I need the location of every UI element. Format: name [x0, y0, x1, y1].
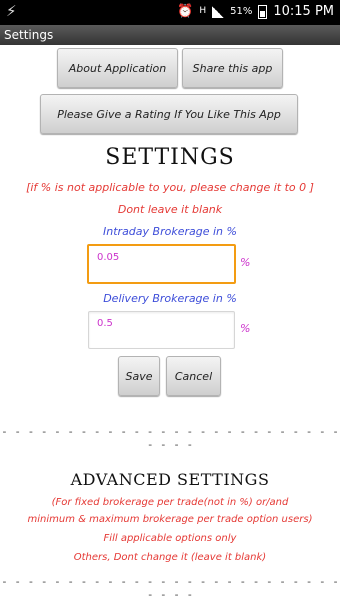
intraday-percent-sign: %: [240, 256, 251, 269]
save-button[interactable]: Save: [118, 356, 160, 396]
separator-bottom: - - - - - - - - - - - - - - - - - - - - …: [1, 575, 339, 601]
intraday-brokerage-input[interactable]: 0.05: [87, 244, 236, 284]
settings-heading: SETTINGS: [105, 145, 235, 170]
intraday-label: Intraday Brokerage in %: [103, 225, 237, 238]
advanced-note-line1: (For fixed brokerage per trade(not in %)…: [51, 497, 289, 508]
about-application-button[interactable]: About Application: [57, 48, 178, 88]
rate-app-button[interactable]: Please Give a Rating If You Like This Ap…: [40, 94, 298, 134]
delivery-label: Delivery Brokerage in %: [103, 292, 237, 305]
alarm-icon: ⏰: [177, 4, 194, 19]
battery-icon: [258, 4, 268, 19]
dont-leave-blank-note: Dont leave it blank: [117, 203, 223, 216]
status-bar: ⚡ ⏰ H 51% 10:15 PM: [0, 0, 340, 25]
share-app-button[interactable]: Share this app: [182, 48, 283, 88]
clock: 10:15 PM: [273, 4, 334, 19]
battery-percent: 51%: [230, 6, 253, 17]
network-type-icon: H: [199, 6, 207, 16]
cancel-button[interactable]: Cancel: [166, 356, 221, 396]
advanced-note-line4: Others, Dont change it (leave it blank): [73, 552, 267, 563]
app-title-bar: Settings: [0, 25, 340, 45]
app-title: Settings: [4, 28, 54, 42]
advanced-note-line2: minimum & maximum brokerage per trade op…: [27, 514, 313, 525]
separator-top: - - - - - - - - - - - - - - - - - - - - …: [1, 425, 339, 451]
zero-percent-note: [if % is not applicable to you, please c…: [26, 181, 314, 194]
status-icons: ⏰ H 51% 10:15 PM: [177, 4, 334, 19]
delivery-brokerage-input[interactable]: 0.5: [88, 311, 235, 349]
usb-debug-icon: ⚡: [6, 2, 17, 20]
advanced-settings-heading: ADVANCED SETTINGS: [70, 470, 270, 489]
delivery-percent-sign: %: [240, 322, 251, 335]
advanced-note-line3: Fill applicable options only: [103, 533, 237, 544]
signal-icon: [212, 5, 225, 18]
